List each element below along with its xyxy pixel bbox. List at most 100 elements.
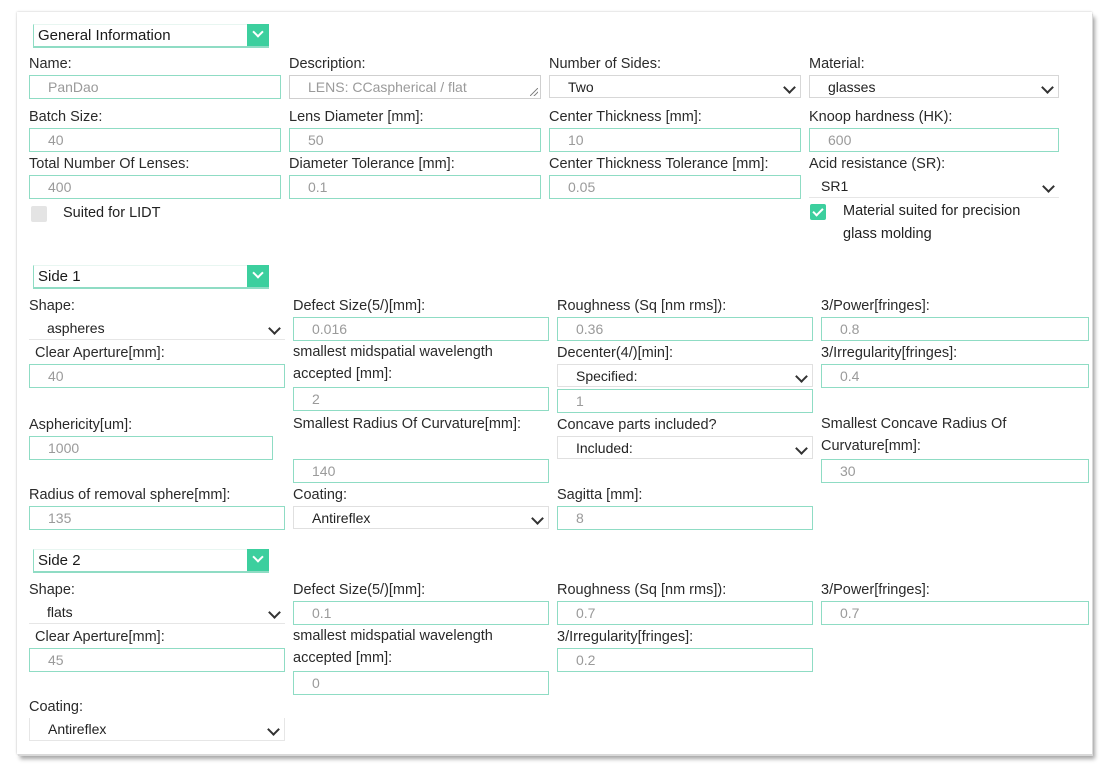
- center-thickness-tolerance-input[interactable]: 0.05: [549, 175, 801, 199]
- side2-defect-input[interactable]: 0.1: [293, 601, 549, 625]
- side1-coating-value: Antireflex: [312, 510, 371, 526]
- center-thickness-input[interactable]: 10: [549, 128, 801, 152]
- side1-asphericity-label: Asphericity[um]:: [29, 417, 133, 433]
- total-lenses-input[interactable]: 400: [29, 175, 281, 199]
- collapse-chevron-icon[interactable]: [247, 265, 269, 287]
- chevron-down-icon: [795, 442, 808, 455]
- side2-power-input[interactable]: 0.7: [821, 601, 1089, 625]
- side1-midspatial-input[interactable]: 2: [293, 387, 549, 411]
- collapse-chevron-icon[interactable]: [247, 24, 269, 46]
- resize-handle-icon[interactable]: [530, 88, 538, 96]
- side1-power-input[interactable]: 0.8: [821, 317, 1089, 341]
- side1-roughness-input[interactable]: 0.36: [557, 317, 813, 341]
- acid-resistance-value: SR1: [821, 178, 849, 194]
- name-input[interactable]: PanDao: [29, 75, 281, 99]
- lens-form-panel: General Information Name: PanDao Descrip…: [17, 12, 1092, 754]
- chevron-down-icon: [1041, 81, 1054, 94]
- chevron-down-icon: [783, 81, 796, 94]
- knoop-hardness-label: Knoop hardness (HK):: [809, 109, 953, 125]
- number-of-sides-label: Number of Sides:: [549, 56, 662, 72]
- side1-shape-label: Shape:: [29, 298, 75, 314]
- side1-power-label: 3/Power[fringes]:: [821, 298, 930, 314]
- center-thickness-tolerance-label: Center Thickness Tolerance [mm]:: [549, 156, 769, 172]
- molding-checkbox[interactable]: [810, 204, 826, 220]
- side1-removal-label: Radius of removal sphere[mm]:: [29, 487, 231, 503]
- center-thickness-label: Center Thickness [mm]:: [549, 109, 702, 125]
- general-information-header[interactable]: General Information: [33, 24, 269, 48]
- side1-defect-label: Defect Size(5/)[mm]:: [293, 298, 426, 314]
- side-1-header[interactable]: Side 1: [33, 265, 269, 289]
- side-2-header[interactable]: Side 2: [33, 549, 269, 573]
- side1-asphericity-input[interactable]: 1000: [29, 436, 273, 460]
- batch-size-label: Batch Size:: [29, 109, 103, 125]
- lens-diameter-input[interactable]: 50: [289, 128, 541, 152]
- side1-coating-label: Coating:: [293, 487, 348, 503]
- material-value: glasses: [828, 79, 876, 95]
- lidt-checkbox[interactable]: [31, 206, 47, 222]
- side1-decenter-select-value: Specified:: [576, 368, 638, 384]
- side1-decenter-input[interactable]: 1: [557, 389, 813, 413]
- side1-irregularity-label: 3/Irregularity[fringes]:: [821, 345, 958, 361]
- side1-defect-input[interactable]: 0.016: [293, 317, 549, 341]
- chevron-down-icon: [531, 512, 544, 525]
- chevron-down-icon: [267, 723, 280, 736]
- chevron-down-icon: [795, 370, 808, 383]
- section-title: General Information: [38, 27, 171, 44]
- side1-sagitta-input[interactable]: 8: [557, 506, 813, 530]
- collapse-chevron-icon[interactable]: [247, 549, 269, 571]
- name-label: Name:: [29, 56, 72, 72]
- side1-midspatial-label: smallest midspatial wavelength accepted …: [293, 344, 493, 382]
- lidt-label: Suited for LIDT: [63, 205, 161, 221]
- diameter-tolerance-input[interactable]: 0.1: [289, 175, 541, 199]
- side2-power-label: 3/Power[fringes]:: [821, 582, 930, 598]
- molding-label: Material suited for precision glass mold…: [843, 203, 1021, 242]
- side1-concave-value: Included:: [576, 440, 633, 456]
- side1-roughness-label: Roughness (Sq [nm rms]):: [557, 298, 727, 314]
- side2-irregularity-label: 3/Irregularity[fringes]:: [557, 629, 694, 645]
- side1-concave-radius-input[interactable]: 30: [821, 459, 1089, 483]
- side1-shape-value: aspheres: [47, 320, 105, 336]
- side2-irregularity-input[interactable]: 0.2: [557, 648, 813, 672]
- side1-shape-select[interactable]: aspheres: [29, 317, 285, 340]
- side2-midspatial-label: smallest midspatial wavelength accepted …: [293, 628, 493, 666]
- number-of-sides-select[interactable]: Two: [549, 75, 801, 98]
- batch-size-input[interactable]: 40: [29, 128, 281, 152]
- description-value: LENS: CCaspherical / flat: [308, 79, 467, 95]
- side1-radius-label: Smallest Radius Of Curvature[mm]:: [293, 416, 522, 432]
- side2-shape-select[interactable]: flats: [29, 601, 285, 624]
- knoop-hardness-input[interactable]: 600: [809, 128, 1059, 152]
- side2-coating-select[interactable]: Antireflex: [29, 718, 285, 741]
- diameter-tolerance-label: Diameter Tolerance [mm]:: [289, 156, 455, 172]
- side1-sagitta-label: Sagitta [mm]:: [557, 487, 643, 503]
- lens-diameter-label: Lens Diameter [mm]:: [289, 109, 424, 125]
- side1-radius-input[interactable]: 140: [293, 459, 549, 483]
- side1-removal-input[interactable]: 135: [29, 506, 285, 530]
- chevron-down-icon: [1042, 180, 1055, 193]
- side1-decenter-select[interactable]: Specified:: [557, 364, 813, 387]
- description-textarea[interactable]: LENS: CCaspherical / flat: [289, 75, 541, 99]
- side1-coating-select[interactable]: Antireflex: [293, 506, 549, 529]
- side2-clear-aperture-input[interactable]: 45: [29, 648, 285, 672]
- side1-concave-radius-label: Smallest Concave Radius Of Curvature[mm]…: [821, 416, 1007, 454]
- material-select[interactable]: glasses: [809, 75, 1059, 98]
- section-title: Side 1: [38, 268, 81, 285]
- side2-coating-value: Antireflex: [48, 721, 107, 737]
- side2-midspatial-input[interactable]: 0: [293, 671, 549, 695]
- side1-concave-label: Concave parts included?: [557, 417, 717, 433]
- total-lenses-label: Total Number Of Lenses:: [29, 156, 190, 172]
- side1-concave-select[interactable]: Included:: [557, 436, 813, 459]
- section-title: Side 2: [38, 552, 81, 569]
- material-label: Material:: [809, 56, 865, 72]
- side1-clear-aperture-input[interactable]: 40: [29, 364, 285, 388]
- side2-roughness-input[interactable]: 0.7: [557, 601, 813, 625]
- acid-resistance-label: Acid resistance (SR):: [809, 156, 946, 172]
- side2-roughness-label: Roughness (Sq [nm rms]):: [557, 582, 727, 598]
- side1-decenter-label: Decenter(4/)[min]:: [557, 345, 674, 361]
- side2-defect-label: Defect Size(5/)[mm]:: [293, 582, 426, 598]
- chevron-down-icon: [268, 606, 281, 619]
- acid-resistance-select[interactable]: SR1: [809, 175, 1059, 198]
- side2-shape-value: flats: [47, 604, 73, 620]
- number-of-sides-value: Two: [568, 79, 594, 95]
- side1-irregularity-input[interactable]: 0.4: [821, 364, 1089, 388]
- side2-clear-aperture-label: Clear Aperture[mm]:: [35, 629, 165, 645]
